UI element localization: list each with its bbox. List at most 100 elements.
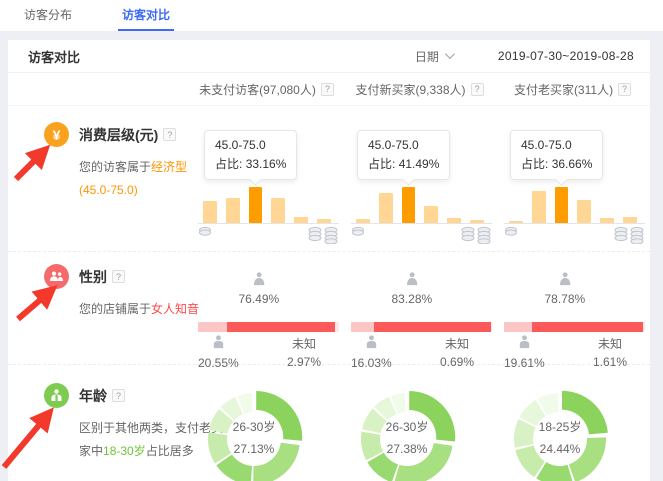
gender-title: 性别 [79, 267, 107, 287]
gender-chart-unpaid[interactable]: 76.49% 20.55% 未知 2.97% [190, 252, 343, 372]
bar-highlighted[interactable] [555, 187, 569, 223]
help-icon[interactable]: ? [112, 389, 125, 402]
female-percent: 78.78% [544, 292, 585, 306]
age-chart-unpaid[interactable]: 26-30岁 27.13% [190, 365, 343, 481]
male-segment[interactable] [351, 322, 374, 332]
age-chart-new-buyers[interactable]: 26-30岁 27.38% [343, 365, 496, 481]
donut-center-label: 18-25岁 24.44% [508, 387, 612, 481]
x-axis [504, 223, 645, 224]
bar[interactable] [532, 191, 546, 223]
bar[interactable] [470, 220, 484, 223]
bar[interactable] [226, 198, 240, 223]
two-persons-icon [44, 264, 69, 289]
coin-scale [198, 226, 339, 244]
person-icon [44, 383, 69, 408]
male-icon [517, 335, 532, 349]
tab-visitor-distribution[interactable]: 访客分布 [20, 0, 76, 31]
column-header-old-buyers: 支付老买家(311人) ? [496, 73, 649, 105]
gender-bar[interactable] [198, 322, 339, 332]
coin-stacks-icon [307, 226, 339, 244]
coin-scale [351, 226, 492, 244]
male-segment[interactable] [198, 322, 227, 332]
yuan-coin-icon: ¥ [44, 122, 69, 147]
x-axis [351, 223, 492, 224]
bar[interactable] [271, 198, 285, 223]
age-label-cell: 年龄 ? 区别于其他两类，支付老买家中18-30岁占比居多 [8, 365, 190, 481]
female-segment[interactable] [532, 322, 643, 332]
age-title: 年龄 [79, 386, 107, 406]
female-icon [251, 272, 266, 286]
unknown-label: 未知 [287, 335, 321, 353]
help-icon[interactable]: ? [163, 128, 176, 141]
gender-chart-new-buyers[interactable]: 83.28% 16.03% 未知 0.69% [343, 252, 496, 372]
bar[interactable] [317, 219, 331, 223]
age-desc-highlight: 18-30岁 [103, 444, 146, 458]
help-icon[interactable]: ? [321, 83, 334, 96]
chart-tooltip: 45.0-75.0 占比: 41.49% [357, 130, 450, 180]
chart-tooltip: 45.0-75.0 占比: 33.16% [204, 130, 297, 180]
gender-bar[interactable] [351, 322, 492, 332]
donut-center-label: 26-30岁 27.38% [355, 387, 459, 481]
bar-highlighted[interactable] [249, 187, 263, 223]
card-header: 访客对比 日期 2019-07-30~2019-08-28 [8, 40, 650, 73]
consumption-chart-old-buyers[interactable]: 45.0-75.0 占比: 36.66% [496, 106, 649, 251]
bar[interactable] [294, 217, 308, 223]
visitor-comparison-card: 访客对比 日期 2019-07-30~2019-08-28 未支付访客(97,0… [8, 40, 650, 481]
consumption-label-cell: ¥ 消费层级(元) ? 您的访客属于经济型(45.0-75.0) [8, 106, 190, 251]
bar[interactable] [424, 206, 438, 223]
male-segment[interactable] [504, 322, 532, 332]
bar[interactable] [447, 218, 461, 223]
age-row: 年龄 ? 区别于其他两类，支付老买家中18-30岁占比居多 26-30岁 27.… [8, 365, 650, 481]
unknown-segment[interactable] [643, 322, 645, 332]
bar-group[interactable] [509, 187, 637, 223]
male-icon [364, 335, 379, 349]
bar-highlighted[interactable] [402, 187, 416, 223]
coin-scale [504, 226, 645, 244]
chevron-down-icon [445, 49, 455, 59]
unknown-segment[interactable] [491, 322, 492, 332]
bar[interactable] [356, 219, 370, 223]
column-header-new-buyers: 支付新买家(9,338人) ? [343, 73, 496, 105]
male-icon [211, 335, 226, 349]
bar[interactable] [600, 218, 614, 223]
bar[interactable] [577, 200, 591, 223]
date-label: 日期 [415, 48, 439, 65]
single-coin-icon [504, 226, 518, 236]
date-range-value[interactable]: 2019-07-30~2019-08-28 [498, 49, 634, 63]
x-axis [198, 223, 339, 224]
single-coin-icon [198, 226, 212, 236]
column-header-unpaid: 未支付访客(97,080人) ? [190, 73, 343, 105]
single-coin-icon [351, 226, 365, 236]
female-segment[interactable] [374, 322, 491, 332]
help-icon[interactable]: ? [471, 83, 484, 96]
tab-visitor-comparison[interactable]: 访客对比 [118, 0, 174, 31]
bar[interactable] [203, 201, 217, 223]
donut-center-label: 26-30岁 27.13% [202, 387, 306, 481]
unknown-segment[interactable] [335, 322, 339, 332]
female-icon [557, 272, 572, 286]
coin-stacks-icon [460, 226, 492, 244]
chart-tooltip: 45.0-75.0 占比: 36.66% [510, 130, 603, 180]
bar-group[interactable] [203, 187, 331, 223]
top-tab-bar: 访客分布 访客对比 [0, 0, 663, 31]
bar-group[interactable] [356, 187, 484, 223]
gender-chart-old-buyers[interactable]: 78.78% 19.61% 未知 1.61% [496, 252, 649, 372]
female-icon [404, 272, 419, 286]
female-segment[interactable] [227, 322, 335, 332]
unknown-label: 未知 [593, 335, 627, 353]
female-percent: 76.49% [238, 292, 279, 306]
column-header-row: 未支付访客(97,080人) ? 支付新买家(9,338人) ? 支付老买家(3… [8, 73, 650, 106]
bar[interactable] [379, 193, 393, 223]
help-icon[interactable]: ? [112, 270, 125, 283]
consumption-title: 消费层级(元) [79, 125, 158, 145]
gender-bar[interactable] [504, 322, 645, 332]
date-picker[interactable]: 日期 2019-07-30~2019-08-28 [415, 48, 634, 65]
help-icon[interactable]: ? [618, 83, 631, 96]
consumption-chart-unpaid[interactable]: 45.0-75.0 占比: 33.16% [190, 106, 343, 251]
female-percent: 83.28% [391, 292, 432, 306]
gender-row: 性别 ? 您的店铺属于女人知音 76.49% 20.55% [8, 252, 650, 365]
bar[interactable] [509, 221, 523, 223]
consumption-chart-new-buyers[interactable]: 45.0-75.0 占比: 41.49% [343, 106, 496, 251]
bar[interactable] [623, 217, 637, 223]
age-chart-old-buyers[interactable]: 18-25岁 24.44% [496, 365, 649, 481]
